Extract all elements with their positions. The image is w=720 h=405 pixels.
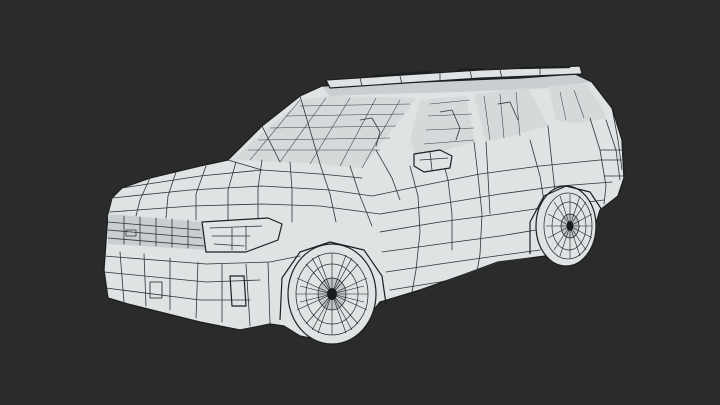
suv-wireframe-model	[103, 65, 625, 345]
side-mirror	[413, 149, 453, 173]
viewport-3d[interactable]	[0, 0, 720, 405]
